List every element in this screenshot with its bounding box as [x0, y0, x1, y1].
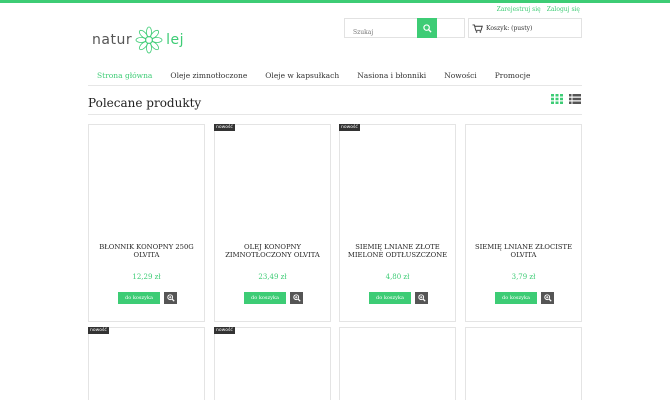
nav-item-cold-pressed-oils[interactable]: Oleje zimnotłoczone: [161, 66, 256, 85]
quick-view-button[interactable]: [164, 292, 177, 304]
search-icon: [422, 23, 432, 33]
search-button[interactable]: [417, 18, 437, 38]
cart-label: Koszyk: (pusty): [486, 24, 533, 32]
list-view-icon[interactable]: [569, 94, 581, 104]
new-badge: nowość: [214, 124, 235, 131]
site-logo[interactable]: natur lej: [92, 22, 192, 58]
product-card[interactable]: nowość SIEMIĘ LNIANE ZŁOTE MIELONE ODTŁU…: [339, 124, 456, 322]
product-card[interactable]: nowość: [214, 327, 331, 400]
product-card[interactable]: BŁONNIK KONOPNY 250g OlVita 12,29 zł do …: [88, 124, 205, 322]
section-title: Polecane produkty: [88, 96, 202, 110]
product-price: 3,79 zł: [511, 273, 536, 281]
add-to-cart-button[interactable]: do koszyka: [244, 292, 286, 304]
zoom-in-icon: [417, 294, 426, 302]
new-badge: nowość: [339, 124, 360, 131]
cart-icon: [472, 23, 483, 33]
add-to-cart-button[interactable]: do koszyka: [495, 292, 537, 304]
product-name[interactable]: BŁONNIK KONOPNY 250g OlVita: [93, 243, 200, 259]
product-price: 4,80 zł: [385, 273, 410, 281]
top-accent-bar: [0, 0, 670, 3]
logo-text-natur: natur: [92, 32, 133, 48]
grid-view-icon[interactable]: [551, 94, 563, 104]
product-price: 23,49 zł: [258, 273, 287, 281]
product-card[interactable]: SIEMIĘ LNIANE ZŁOCISTE OlVita 3,79 zł do…: [465, 124, 582, 322]
product-card[interactable]: [339, 327, 456, 400]
zoom-in-icon: [292, 294, 301, 302]
nav-item-promotions[interactable]: Promocje: [486, 66, 540, 85]
add-to-cart-button[interactable]: do koszyka: [369, 292, 411, 304]
section-divider: [88, 114, 582, 115]
quick-view-button[interactable]: [290, 292, 303, 304]
zoom-in-icon: [543, 294, 552, 302]
zoom-in-icon: [166, 294, 175, 302]
product-price: 12,29 zł: [132, 273, 161, 281]
user-links: Zarejestruj się Zaloguj się: [497, 6, 580, 13]
new-badge: nowość: [214, 327, 235, 334]
product-name[interactable]: OLEJ KONOPNY ZIMNOTŁOCZONY OlVita: [219, 243, 326, 259]
nav-item-new[interactable]: Nowości: [435, 66, 485, 85]
quick-view-button[interactable]: [541, 292, 554, 304]
register-link[interactable]: Zarejestruj się: [497, 6, 541, 13]
nav-item-home[interactable]: Strona główna: [88, 66, 161, 85]
logo-text-lej: lej: [166, 32, 184, 48]
flower-logo-icon: [135, 26, 163, 54]
main-nav: Strona główna Oleje zimnotłoczone Oleje …: [88, 66, 582, 86]
product-card[interactable]: nowość: [88, 327, 205, 400]
search-box: [344, 18, 465, 42]
new-badge: nowość: [88, 327, 109, 334]
product-card[interactable]: [465, 327, 582, 400]
nav-item-seeds-fibers[interactable]: Nasiona i błonniki: [348, 66, 435, 85]
product-name[interactable]: SIEMIĘ LNIANE ZŁOCISTE OlVita: [470, 243, 577, 259]
search-input[interactable]: [345, 23, 417, 42]
product-name[interactable]: SIEMIĘ LNIANE ZŁOTE MIELONE ODTŁUSZCZONE: [344, 243, 451, 259]
quick-view-button[interactable]: [415, 292, 428, 304]
login-link[interactable]: Zaloguj się: [547, 6, 580, 13]
nav-item-capsule-oils[interactable]: Oleje w kapsułkach: [256, 66, 348, 85]
product-card[interactable]: nowość OLEJ KONOPNY ZIMNOTŁOCZONY OlVita…: [214, 124, 331, 322]
cart-button[interactable]: Koszyk: (pusty): [468, 18, 582, 38]
add-to-cart-button[interactable]: do koszyka: [118, 292, 160, 304]
